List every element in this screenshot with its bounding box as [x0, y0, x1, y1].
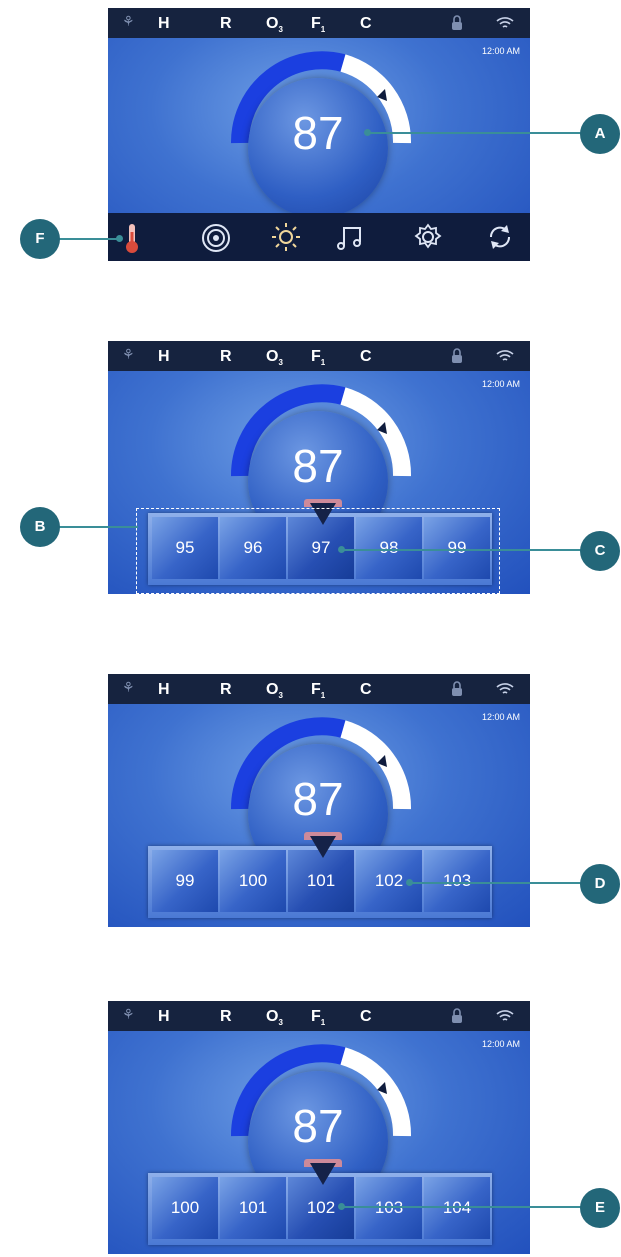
set-temperature: 87	[292, 773, 344, 825]
light-icon[interactable]	[266, 222, 306, 254]
status-c: C	[360, 1008, 372, 1025]
lock-icon	[452, 1008, 462, 1023]
status-bar: ⚘ H R O3 F1 C	[108, 674, 530, 704]
lock-icon	[452, 348, 462, 363]
leader-line-f	[58, 238, 120, 240]
status-bar: ⚘ H R O3 F1 C	[108, 341, 530, 371]
wifi-icon	[496, 17, 514, 28]
jets-icon[interactable]	[196, 222, 236, 254]
picker-cell[interactable]: 101	[220, 1177, 286, 1239]
clock-time: 12:00 AM	[481, 379, 520, 389]
picker-cell[interactable]: 100	[220, 850, 286, 912]
leader-line-d	[410, 882, 582, 884]
clock-time: 12:00 AM	[481, 712, 520, 722]
status-ozone: O3	[266, 348, 283, 368]
status-c: C	[360, 15, 372, 32]
status-filter: F1	[311, 15, 326, 35]
status-r: R	[220, 15, 232, 32]
pump-icon: ⚘	[122, 1006, 135, 1022]
set-temperature: 87	[292, 440, 344, 492]
picker-cell[interactable]: 100	[152, 1177, 218, 1239]
status-heater: H	[158, 15, 170, 32]
picker-cell-selected[interactable]: 101	[288, 850, 354, 912]
leader-line-a	[368, 132, 582, 134]
pump-icon: ⚘	[122, 346, 135, 362]
wifi-icon	[496, 1010, 514, 1021]
status-ozone: O3	[266, 15, 283, 35]
control-screen-1: ⚘ H R O3 F1 C 12:00 AM 87	[108, 8, 530, 261]
leader-dot	[116, 235, 123, 242]
picker-cell[interactable]: 103	[356, 1177, 422, 1239]
setpoint-circle[interactable]: 87	[248, 78, 388, 218]
status-ozone: O3	[266, 681, 283, 701]
callout-f: F	[20, 219, 60, 259]
leader-line-c	[342, 549, 582, 551]
pump-icon: ⚘	[122, 679, 135, 695]
music-icon[interactable]	[330, 222, 370, 254]
status-c: C	[360, 348, 372, 365]
cycle-icon[interactable]	[480, 222, 520, 254]
status-c: C	[360, 681, 372, 698]
settings-icon[interactable]	[408, 222, 448, 254]
set-temperature: 87	[292, 1100, 344, 1152]
status-ozone: O3	[266, 1008, 283, 1028]
status-r: R	[220, 1008, 232, 1025]
picker-highlight-outline	[136, 508, 500, 594]
callout-c: C	[580, 531, 620, 571]
status-filter: F1	[311, 1008, 326, 1028]
status-heater: H	[158, 1008, 170, 1025]
control-screen-4: ⚘ H R O3 F1 C 12:00 AM 87 100 101 102 10…	[108, 1001, 530, 1254]
clock-time: 12:00 AM	[481, 46, 520, 56]
lock-icon	[452, 681, 462, 696]
callout-d: D	[580, 864, 620, 904]
status-heater: H	[158, 348, 170, 365]
status-bar: ⚘ H R O3 F1 C	[108, 1001, 530, 1031]
picker-pointer	[310, 1163, 336, 1185]
status-r: R	[220, 348, 232, 365]
picker-cell[interactable]: 104	[424, 1177, 490, 1239]
pump-icon: ⚘	[122, 13, 135, 29]
leader-line-b	[58, 526, 138, 528]
status-filter: F1	[311, 681, 326, 701]
callout-b: B	[20, 507, 60, 547]
callout-a: A	[580, 114, 620, 154]
status-heater: H	[158, 681, 170, 698]
lock-icon	[452, 15, 462, 30]
callout-e: E	[580, 1188, 620, 1228]
wifi-icon	[496, 350, 514, 361]
picker-cell[interactable]: 99	[152, 850, 218, 912]
picker-pointer	[310, 836, 336, 858]
clock-time: 12:00 AM	[481, 1039, 520, 1049]
status-r: R	[220, 681, 232, 698]
control-screen-3: ⚘ H R O3 F1 C 12:00 AM 87 99 100 101 102…	[108, 674, 530, 927]
nav-bar	[108, 213, 530, 261]
wifi-icon	[496, 683, 514, 694]
leader-line-e	[342, 1206, 582, 1208]
picker-cell[interactable]: 103	[424, 850, 490, 912]
status-filter: F1	[311, 348, 326, 368]
status-bar: ⚘ H R O3 F1 C	[108, 8, 530, 38]
